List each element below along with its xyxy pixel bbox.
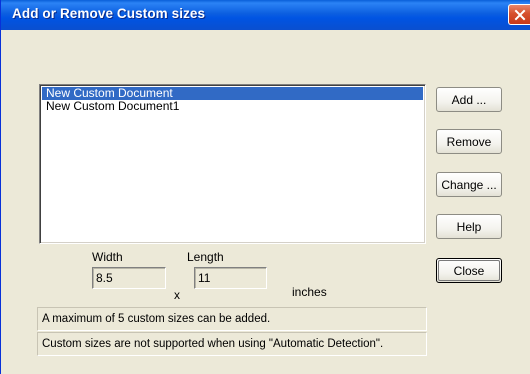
default-button-focus-ring <box>438 260 500 281</box>
close-icon <box>514 9 526 20</box>
length-field[interactable]: 11 <box>194 267 267 289</box>
change-button[interactable]: Change ... <box>436 172 502 197</box>
dialog-title: Add or Remove Custom sizes <box>12 6 206 21</box>
unit-label: inches <box>292 285 327 299</box>
add-button[interactable]: Add ... <box>436 87 502 112</box>
list-item[interactable]: New Custom Document1 <box>42 100 423 113</box>
title-bar[interactable]: Add or Remove Custom sizes <box>1 0 530 30</box>
dimension-separator: x <box>174 288 180 302</box>
not-supported-message: Custom sizes are not supported when usin… <box>37 332 427 356</box>
width-label: Width <box>92 250 123 264</box>
custom-sizes-listbox[interactable]: New Custom Document New Custom Document1 <box>39 84 426 244</box>
close-window-button[interactable] <box>508 4 530 25</box>
close-button[interactable]: Close <box>436 258 502 283</box>
width-field[interactable]: 8.5 <box>92 267 166 289</box>
remove-button[interactable]: Remove <box>436 129 502 154</box>
custom-sizes-dialog: Add or Remove Custom sizes New Custom Do… <box>0 0 530 374</box>
max-sizes-message: A maximum of 5 custom sizes can be added… <box>37 307 427 331</box>
help-button[interactable]: Help <box>436 214 502 239</box>
length-label: Length <box>187 250 224 264</box>
